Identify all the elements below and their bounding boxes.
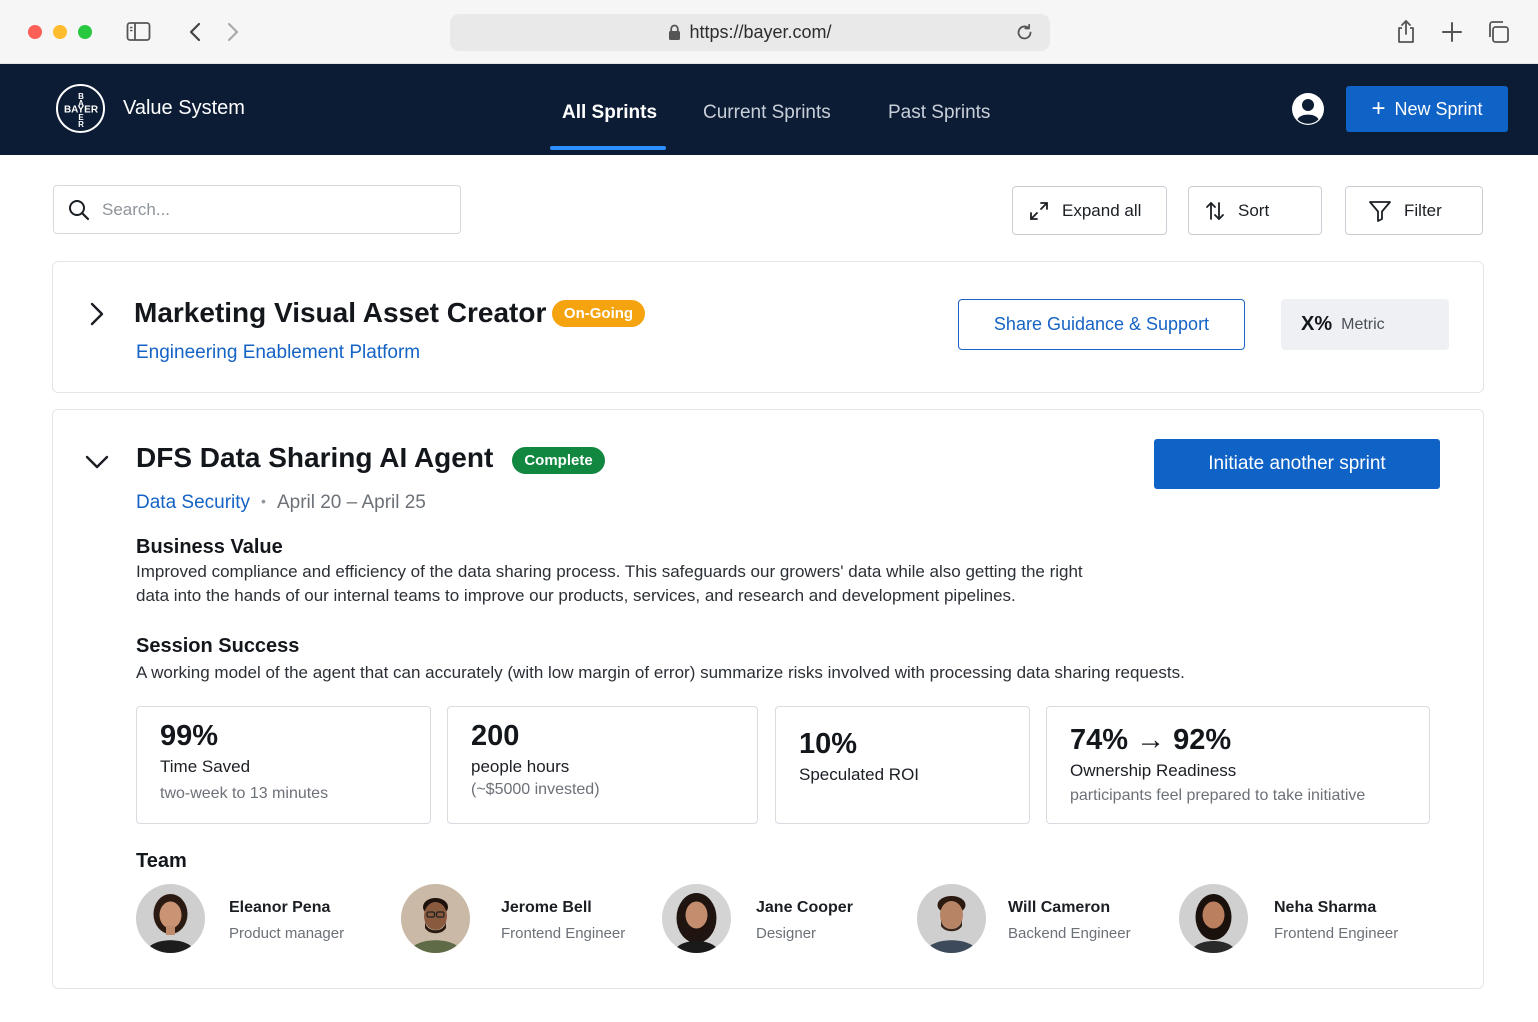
- filter-button[interactable]: Filter: [1345, 186, 1483, 235]
- tab-current-sprints[interactable]: Current Sprints: [703, 102, 831, 124]
- forward-icon[interactable]: [219, 18, 247, 46]
- session-success-heading: Session Success: [136, 635, 300, 657]
- search-box[interactable]: [53, 185, 461, 234]
- stat-value: 10%: [799, 728, 858, 760]
- metric-value: X%: [1301, 313, 1333, 335]
- sort-label: Sort: [1238, 200, 1270, 220]
- member-role: Frontend Engineer: [1274, 925, 1399, 942]
- avatar: [136, 884, 205, 953]
- metric-label: Metric: [1341, 315, 1385, 333]
- search-icon: [68, 199, 90, 221]
- member-name: Neha Sharma: [1274, 899, 1377, 916]
- tab-overview-icon[interactable]: [1484, 18, 1512, 46]
- app-header: BAYER B A E R Value System All Sprints C…: [0, 64, 1538, 155]
- close-window-button[interactable]: [28, 25, 42, 39]
- sprint-card-expanded: DFS Data Sharing AI Agent Complete Initi…: [52, 409, 1484, 989]
- svg-text:A: A: [78, 99, 84, 108]
- stat-label: Time Saved: [160, 757, 251, 776]
- sprint-dates: April 20 – April 25: [276, 492, 426, 513]
- stat-card: 10% Speculated ROI: [775, 706, 1030, 824]
- sort-button[interactable]: Sort: [1188, 186, 1322, 235]
- member-role: Frontend Engineer: [501, 925, 626, 942]
- address-bar[interactable]: https://bayer.com/: [450, 14, 1050, 51]
- stat-card: 74% → 92% Ownership Readiness participan…: [1046, 706, 1430, 824]
- expand-icon: [1028, 200, 1050, 222]
- stat-subtext: (~$5000 invested): [471, 781, 600, 798]
- avatar: [1179, 884, 1248, 953]
- separator-dot: •: [261, 493, 266, 509]
- member-name: Jerome Bell: [501, 899, 592, 916]
- tab-all-sprints[interactable]: All Sprints: [562, 102, 657, 124]
- app-title: Value System: [123, 97, 245, 119]
- chevron-right-icon[interactable]: [88, 301, 106, 327]
- platform-link[interactable]: Engineering Enablement Platform: [136, 342, 420, 364]
- stat-card: 99% Time Saved two-week to 13 minutes: [136, 706, 431, 824]
- member-name: Will Cameron: [1008, 899, 1111, 916]
- browser-chrome: https://bayer.com/: [0, 0, 1538, 64]
- avatar: [917, 884, 986, 953]
- sidebar-toggle-icon[interactable]: [125, 18, 153, 46]
- svg-text:R: R: [78, 120, 84, 129]
- url-text: https://bayer.com/: [689, 22, 832, 42]
- back-icon[interactable]: [181, 18, 209, 46]
- sprint-title[interactable]: Marketing Visual Asset Creator: [134, 297, 546, 329]
- metric-box: X% Metric: [1281, 299, 1449, 350]
- stat-label: Speculated ROI: [799, 765, 920, 784]
- business-value-heading: Business Value: [136, 536, 283, 558]
- stat-value: 200: [471, 720, 520, 752]
- member-role: Designer: [756, 925, 817, 942]
- search-input[interactable]: [102, 199, 402, 220]
- new-tab-icon[interactable]: [1438, 18, 1466, 46]
- stat-label: Ownership Readiness: [1070, 761, 1237, 780]
- sprint-card-collapsed: Marketing Visual Asset Creator On-Going …: [52, 261, 1484, 393]
- plus-icon: +: [1371, 95, 1386, 122]
- stat-value: 99%: [160, 720, 219, 752]
- status-badge: On-Going: [552, 300, 645, 327]
- share-guidance-button[interactable]: Share Guidance & Support: [958, 299, 1245, 350]
- sprint-meta: Data Security • April 20 – April 25: [136, 492, 426, 514]
- new-sprint-label: New Sprint: [1394, 98, 1483, 119]
- avatar: [662, 884, 731, 953]
- stat-label: people hours: [471, 757, 570, 776]
- stat-value: 74% → 92%: [1070, 724, 1232, 756]
- stat-card: 200 people hours (~$5000 invested): [447, 706, 758, 824]
- session-success-text: A working model of the agent that can ac…: [136, 663, 1185, 682]
- chevron-down-icon[interactable]: [84, 453, 110, 471]
- stat-subtext: two-week to 13 minutes: [160, 785, 329, 802]
- expand-all-label: Expand all: [1062, 200, 1142, 220]
- avatar: [401, 884, 470, 953]
- member-name: Jane Cooper: [756, 899, 853, 916]
- user-account-icon[interactable]: [1291, 92, 1325, 126]
- share-icon[interactable]: [1392, 18, 1420, 46]
- new-sprint-button[interactable]: + New Sprint: [1346, 86, 1508, 132]
- status-badge: Complete: [512, 447, 605, 474]
- filter-label: Filter: [1404, 200, 1442, 220]
- business-value-text: Improved compliance and efficiency of th…: [136, 560, 1083, 608]
- active-tab-indicator: [550, 146, 666, 150]
- lock-icon: [668, 24, 681, 41]
- expand-all-button[interactable]: Expand all: [1012, 186, 1167, 235]
- filter-icon: [1368, 200, 1392, 222]
- category-link[interactable]: Data Security: [136, 492, 250, 513]
- member-role: Backend Engineer: [1008, 925, 1131, 942]
- tab-past-sprints[interactable]: Past Sprints: [888, 102, 990, 124]
- initiate-sprint-button[interactable]: Initiate another sprint: [1154, 439, 1440, 489]
- zoom-window-button[interactable]: [78, 25, 92, 39]
- team-heading: Team: [136, 850, 187, 872]
- sprint-title[interactable]: DFS Data Sharing AI Agent: [136, 442, 493, 474]
- member-name: Eleanor Pena: [229, 899, 331, 916]
- reload-icon[interactable]: [1015, 23, 1034, 42]
- sort-icon: [1204, 200, 1226, 222]
- member-role: Product manager: [229, 925, 345, 942]
- minimize-window-button[interactable]: [53, 25, 67, 39]
- stat-subtext: participants feel prepared to take initi…: [1070, 787, 1366, 804]
- bayer-logo[interactable]: BAYER B A E R: [56, 84, 105, 133]
- business-value-line: data into the hands of our internal team…: [136, 586, 1016, 605]
- business-value-line: Improved compliance and efficiency of th…: [136, 562, 1083, 581]
